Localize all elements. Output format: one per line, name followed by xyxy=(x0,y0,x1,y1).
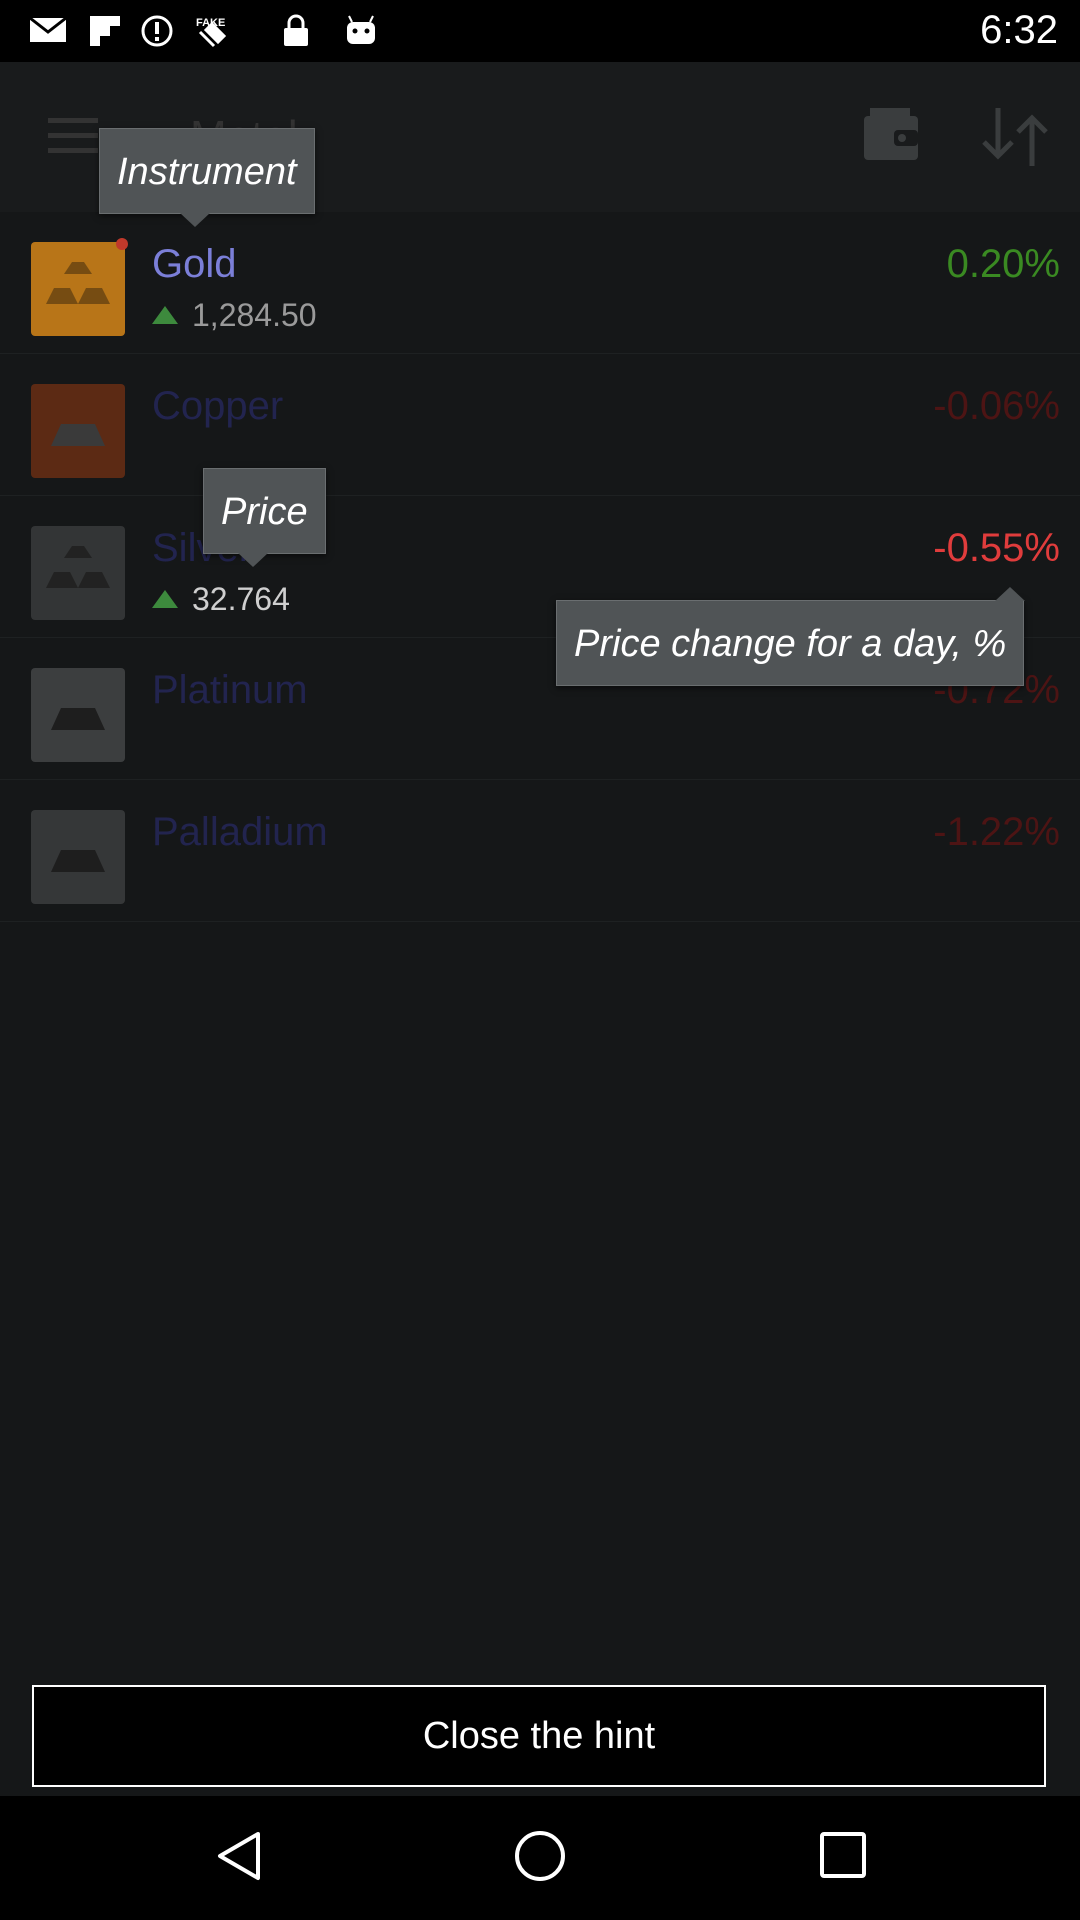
flipboard-icon xyxy=(90,16,120,46)
price-change: 0.20% xyxy=(946,242,1060,286)
price-change: -0.55% xyxy=(933,526,1060,570)
satellite-icon: FAKE xyxy=(196,17,227,48)
status-time: 6:32 xyxy=(980,8,1058,52)
palladium-bar-icon xyxy=(31,810,125,904)
status-bar: FAKE 6:32 xyxy=(0,0,1080,62)
alert-icon xyxy=(141,15,173,47)
list-item[interactable]: Gold 1,284.50 0.20% xyxy=(0,212,1080,354)
platinum-bar-icon xyxy=(31,668,125,762)
mail-icon xyxy=(29,16,67,42)
close-hint-button[interactable]: Close the hint xyxy=(32,1685,1046,1787)
silver-bars-icon xyxy=(31,526,125,620)
list-item[interactable]: Copper -0.06% xyxy=(0,354,1080,496)
instrument-price: 32.764 xyxy=(152,581,290,618)
recents-icon[interactable] xyxy=(816,1828,872,1884)
navigation-bar xyxy=(0,1796,1080,1920)
price-change-hint: Price change for a day, % xyxy=(556,587,1025,686)
home-icon[interactable] xyxy=(512,1828,568,1884)
sort-icon[interactable] xyxy=(980,106,1050,168)
back-icon[interactable] xyxy=(210,1828,266,1884)
notification-dot xyxy=(116,238,128,250)
android-icon xyxy=(347,15,375,44)
price-change: -0.06% xyxy=(933,384,1060,428)
list-item[interactable]: Palladium -1.22% xyxy=(0,780,1080,922)
instrument-name: Gold xyxy=(152,242,237,286)
instrument-price: 1,284.50 xyxy=(152,297,317,334)
lock-icon xyxy=(284,14,308,46)
instrument-name: Copper xyxy=(152,384,284,428)
up-arrow-icon xyxy=(152,305,178,324)
instrument-name: Platinum xyxy=(152,668,308,712)
instrument-name: Palladium xyxy=(152,810,328,854)
up-arrow-icon xyxy=(152,589,178,608)
price-hint: Price xyxy=(203,468,326,567)
price-change: -1.22% xyxy=(933,810,1060,854)
menu-icon[interactable] xyxy=(48,116,98,156)
copper-bar-icon xyxy=(31,384,125,478)
instrument-hint: Instrument xyxy=(99,128,315,227)
instrument-list: Gold 1,284.50 0.20% Copper -0.06% Silver… xyxy=(0,212,1080,922)
gold-bars-icon xyxy=(31,242,125,336)
wallet-icon[interactable] xyxy=(862,106,920,162)
